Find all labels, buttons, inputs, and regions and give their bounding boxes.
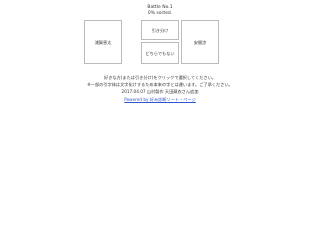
sort-page: Battle No.1 0% sorted. 浦賀恵太 引き分け どちらでもない… xyxy=(0,0,320,240)
powered-by-link[interactable]: Powered by 好み診断ソート・ページ xyxy=(124,97,196,102)
battle-number: Battle No.1 xyxy=(147,5,173,10)
character-note-text: ※一部の引字体は文字化けするため本来の字とは違います。ご了承ください。 xyxy=(87,82,233,87)
footer: Powered by 好み診断ソート・ページ xyxy=(0,97,320,102)
instruction-text: 好きな方(または引き分け)をクリックで選択してください。 xyxy=(104,75,216,80)
draw-button[interactable]: 引き分け xyxy=(141,20,179,40)
sorted-progress: 0% sorted. xyxy=(147,11,173,16)
left-choice-button[interactable]: 浦賀恵太 xyxy=(84,20,122,64)
update-note-text: 2017.04.07 山村製作 天田蔵衣さん追加 xyxy=(121,89,199,94)
right-choice-button[interactable]: 安間渉 xyxy=(181,20,219,64)
neither-button[interactable]: どちらでもない xyxy=(141,42,179,64)
